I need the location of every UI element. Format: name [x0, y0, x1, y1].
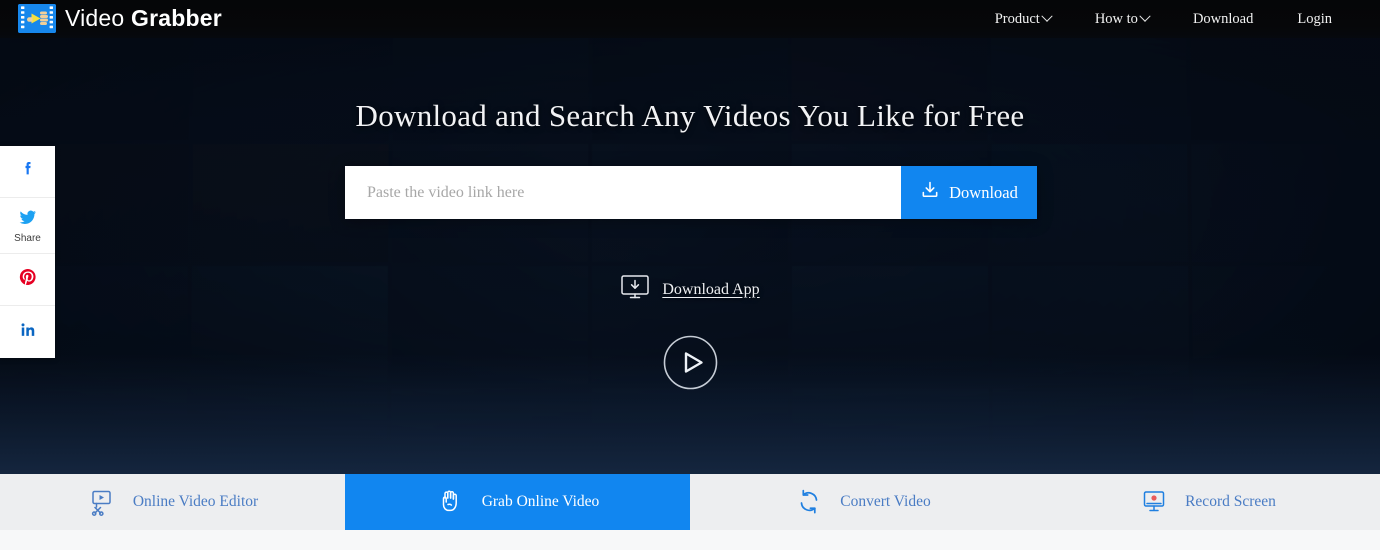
footer-strip [0, 530, 1380, 550]
video-editor-scissors-icon [87, 487, 117, 517]
nav-item-download[interactable]: Download [1171, 0, 1275, 38]
tab-label: Online Video Editor [133, 493, 258, 511]
convert-arrows-icon [794, 487, 824, 517]
download-button[interactable]: Download [901, 166, 1037, 219]
social-share-sidebar: Share [0, 146, 55, 358]
tab-label: Grab Online Video [482, 493, 600, 511]
share-label: Share [14, 233, 41, 244]
twitter-bird-icon [18, 207, 38, 232]
tab-convert-video[interactable]: Convert Video [690, 474, 1035, 530]
tab-online-video-editor[interactable]: Online Video Editor [0, 474, 345, 530]
download-tray-icon [920, 180, 940, 205]
site-header: Video Grabber Product How to Download Login [0, 0, 1380, 38]
tab-label: Convert Video [840, 493, 930, 511]
tab-grab-online-video[interactable]: Grab Online Video [345, 474, 690, 530]
record-screen-icon [1139, 487, 1169, 517]
tab-record-screen[interactable]: Record Screen [1035, 474, 1380, 530]
nav-item-label: Product [995, 0, 1040, 38]
nav-item-label: Login [1297, 0, 1332, 38]
facebook-icon [18, 159, 38, 184]
video-link-search-bar: Download [345, 166, 1037, 219]
nav-item-how-to[interactable]: How to [1073, 0, 1171, 38]
hero-content: Download and Search Any Videos You Like … [0, 0, 1380, 474]
chevron-down-icon [1139, 11, 1150, 22]
feature-tab-bar: Online Video Editor Grab Online Video Co… [0, 474, 1380, 530]
download-app-link[interactable]: Download App [0, 274, 1380, 305]
main-navigation: Product How to Download Login [973, 0, 1354, 38]
tab-label: Record Screen [1185, 493, 1276, 511]
nav-item-login[interactable]: Login [1275, 0, 1354, 38]
share-facebook-button[interactable] [0, 146, 55, 198]
linkedin-icon [18, 320, 38, 345]
desktop-download-icon [620, 274, 650, 305]
logo[interactable]: Video Grabber [18, 4, 222, 33]
nav-item-label: Download [1193, 0, 1253, 38]
film-strip-grab-icon [18, 4, 56, 33]
share-pinterest-button[interactable] [0, 254, 55, 306]
play-video-button[interactable] [663, 335, 718, 390]
pinterest-icon [18, 267, 38, 292]
share-linkedin-button[interactable] [0, 306, 55, 358]
logo-text-bold: Grabber [131, 5, 222, 31]
grab-hand-icon [436, 487, 466, 517]
logo-text: Video Grabber [65, 5, 222, 32]
logo-text-light: Video [65, 5, 131, 31]
page-title: Download and Search Any Videos You Like … [0, 98, 1380, 134]
download-button-label: Download [949, 183, 1018, 203]
hero-section: Download and Search Any Videos You Like … [0, 0, 1380, 474]
video-grabber-page: Download and Search Any Videos You Like … [0, 0, 1380, 550]
nav-item-label: How to [1095, 0, 1138, 38]
download-app-label: Download App [662, 281, 759, 299]
chevron-down-icon [1041, 11, 1052, 22]
search-input[interactable] [345, 166, 901, 219]
nav-item-product[interactable]: Product [973, 0, 1073, 38]
share-twitter-button[interactable]: Share [0, 198, 55, 254]
